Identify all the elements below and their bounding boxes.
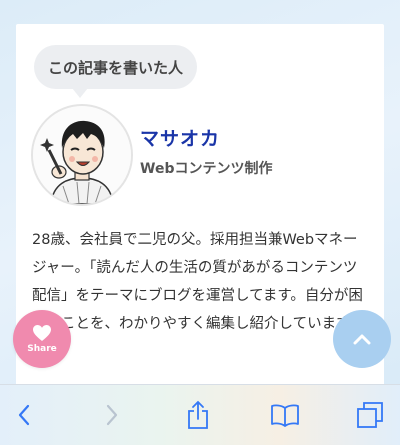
author-name-link[interactable]: マサオカ [140,124,220,151]
author-role: Webコンテンツ制作 [140,161,273,177]
avatar-illustration [33,106,131,204]
share-label: Share [27,344,57,354]
browser-toolbar [0,384,400,445]
forward-icon [106,404,118,426]
author-bio: 28歳、会社員で二児の父。採用担当兼Webマネージャー。「読んだ人の生活の質があ… [32,232,364,332]
back-button[interactable] [4,395,44,435]
share-button[interactable]: Share [13,310,71,368]
back-icon [18,404,30,426]
share-icon [188,400,208,429]
bookmarks-icon [271,404,299,427]
badge-tail [72,88,88,98]
author-heading-badge: この記事を書いた人 [34,45,198,89]
heart-icon [33,325,51,341]
bookmarks-button[interactable] [265,395,305,435]
share-sheet-button[interactable] [178,395,218,435]
scroll-to-top-button[interactable] [333,310,391,368]
forward-button[interactable] [92,395,132,435]
author-avatar[interactable] [31,104,133,206]
tabs-button[interactable] [350,395,390,435]
chevron-up-icon [353,334,371,345]
author-heading: この記事を書いた人 [48,58,184,77]
tabs-icon [357,402,383,428]
